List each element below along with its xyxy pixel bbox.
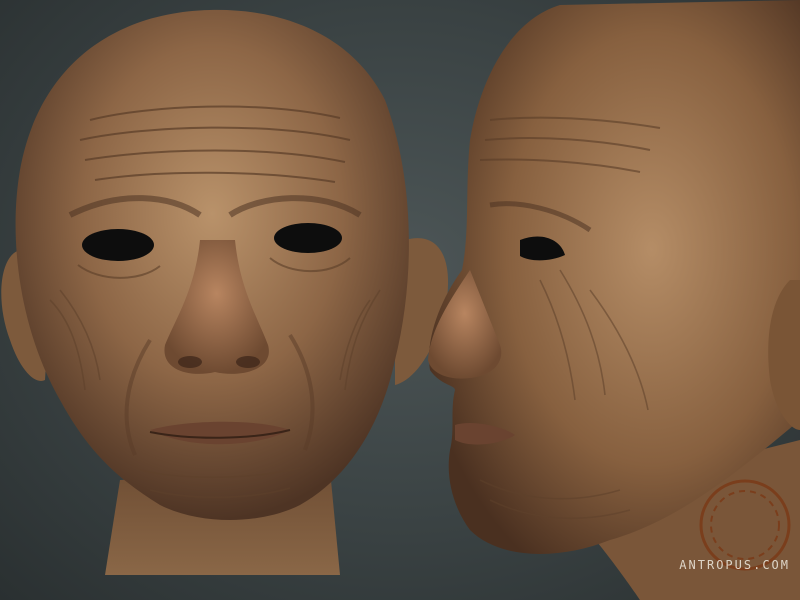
front-right-eye-socket [274, 223, 342, 253]
front-left-eye-socket [82, 229, 154, 261]
watermark-text: ANTROPUS.COM [679, 558, 790, 572]
sculpt-render [1, 0, 800, 600]
front-view-head [1, 9, 449, 575]
side-view-head [428, 0, 800, 600]
